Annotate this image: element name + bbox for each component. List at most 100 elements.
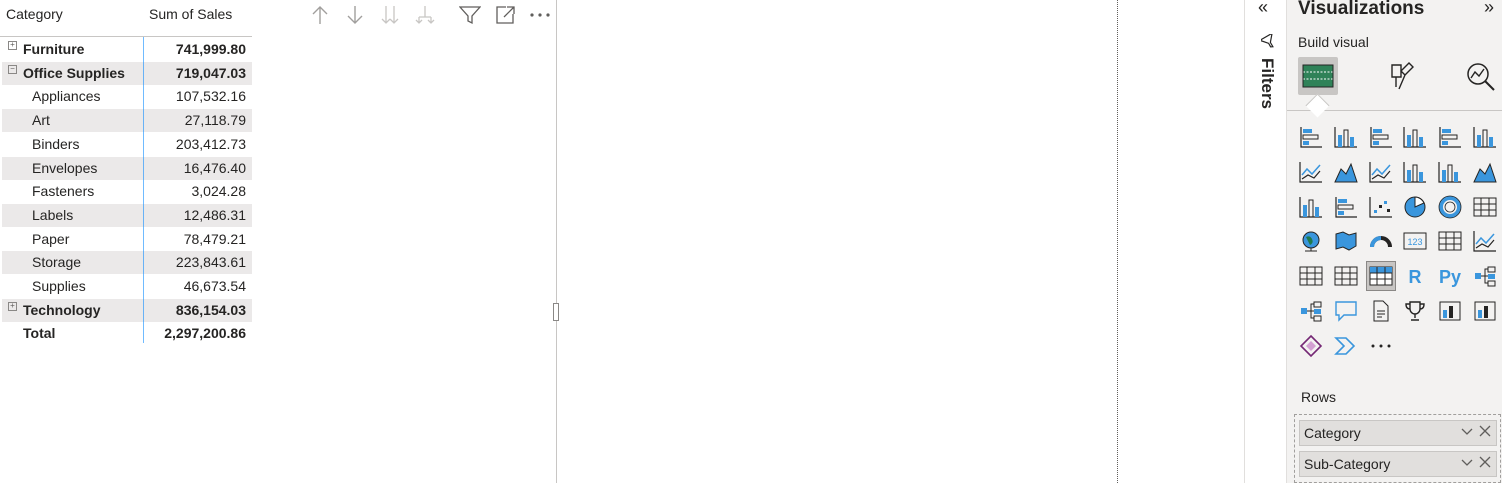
line-stacked-column-icon[interactable]	[1435, 157, 1465, 187]
filter-icon[interactable]	[459, 4, 481, 26]
sub-category-row[interactable]: Binders 203,412.73	[2, 133, 252, 156]
r-visual-icon[interactable]: R	[1400, 261, 1430, 291]
donut-chart-icon[interactable]	[1435, 192, 1465, 222]
filters-label[interactable]: Filters	[1257, 58, 1277, 109]
more-visuals-icon[interactable]	[1366, 331, 1396, 361]
row-value: 719,047.03	[175, 64, 246, 81]
key-influencers-icon[interactable]	[1470, 261, 1500, 291]
resize-handle[interactable]	[553, 303, 559, 321]
drill-down-icon[interactable]	[344, 4, 366, 26]
python-visual-icon[interactable]: Py	[1435, 261, 1465, 291]
filled-map-icon[interactable]	[1331, 226, 1361, 256]
sub-category-row[interactable]: Labels 12,486.31	[2, 203, 252, 227]
sub-category-row[interactable]: Appliances 107,532.16	[2, 85, 252, 108]
100-stacked-bar-chart-icon[interactable]	[1435, 122, 1465, 152]
sub-category-row[interactable]: Paper 78,479.21	[2, 228, 252, 251]
header-divider	[0, 36, 252, 37]
pie-chart-icon[interactable]	[1400, 192, 1430, 222]
sub-category-row[interactable]: Envelopes 16,476.40	[2, 156, 252, 180]
multi-row-card-icon[interactable]	[1435, 226, 1465, 256]
row-value: 203,412.73	[175, 135, 246, 152]
format-visual-tab[interactable]	[1381, 57, 1421, 95]
paginated-report-icon[interactable]	[1366, 296, 1396, 326]
rows-field-well[interactable]: Category Sub-Category	[1294, 414, 1501, 483]
sub-category-row[interactable]: Fasteners 3,024.28	[2, 180, 252, 203]
metrics-icon[interactable]	[1400, 296, 1430, 326]
line-chart-icon[interactable]	[1296, 157, 1326, 187]
collapse-icon[interactable]: −	[8, 64, 17, 74]
field-pill-label: Sub-Category	[1304, 456, 1391, 472]
category-row[interactable]: + Furniture 741,999.80	[2, 38, 252, 61]
analytics-tab[interactable]	[1461, 57, 1501, 95]
scatter-chart-icon[interactable]	[1366, 192, 1396, 222]
table-icon[interactable]	[1331, 261, 1361, 291]
row-label: Supplies	[32, 278, 86, 294]
stacked-column-chart-icon[interactable]	[1331, 122, 1361, 152]
header-category[interactable]: Category	[6, 6, 63, 22]
build-visual-label: Build visual	[1298, 34, 1369, 50]
clustered-bar-chart-icon[interactable]	[1366, 122, 1396, 152]
visualizations-pane: Visualizations » Build visual 123 R Py Row…	[1286, 0, 1502, 483]
total-row[interactable]: Total 2,297,200.86	[2, 322, 252, 345]
power-automate-flow-icon[interactable]	[1331, 331, 1361, 361]
expand-icon[interactable]: +	[8, 301, 17, 311]
matrix-icon[interactable]	[1365, 261, 1396, 292]
sub-category-row[interactable]: Art 27,118.79	[2, 109, 252, 133]
expand-icon[interactable]: +	[8, 41, 17, 50]
matrix-visual[interactable]: Category Sum of Sales + Furniture 741,999.…	[0, 0, 556, 483]
column-separator	[143, 37, 144, 343]
treemap-icon[interactable]	[1470, 192, 1500, 222]
field-pill-sub-category[interactable]: Sub-Category	[1299, 451, 1497, 477]
next-level-icon[interactable]	[379, 4, 401, 26]
sub-category-row[interactable]: Storage 223,843.61	[2, 251, 252, 275]
chevron-down-icon[interactable]	[1460, 455, 1474, 472]
category-row[interactable]: − Office Supplies 719,047.03	[2, 61, 252, 85]
build-visual-tab[interactable]	[1298, 57, 1338, 95]
row-label: Paper	[32, 230, 70, 247]
filters-pane[interactable]: « Filters	[1244, 0, 1287, 483]
line-clustered-column-icon[interactable]	[1400, 157, 1430, 187]
area-chart-icon[interactable]	[1331, 157, 1361, 187]
field-pill-category[interactable]: Category	[1299, 420, 1497, 446]
waterfall-chart-icon[interactable]	[1296, 192, 1326, 222]
stacked-area-chart-icon[interactable]	[1366, 157, 1396, 187]
visual-border	[556, 0, 557, 483]
decomposition-tree-icon[interactable]	[1296, 296, 1326, 326]
map-icon[interactable]	[1296, 226, 1326, 256]
page-boundary	[1117, 0, 1118, 483]
row-label: Binders	[32, 135, 80, 152]
focus-mode-icon[interactable]	[494, 4, 516, 26]
power-automate-icon[interactable]	[1470, 296, 1500, 326]
power-apps-icon[interactable]	[1435, 296, 1465, 326]
field-pill-label: Category	[1304, 425, 1361, 441]
card-icon[interactable]: 123	[1400, 226, 1430, 256]
kpi-icon[interactable]	[1470, 226, 1500, 256]
smart-narrative-icon[interactable]	[1296, 331, 1326, 361]
expand-all-icon[interactable]	[414, 4, 436, 26]
row-label: Furniture	[23, 41, 85, 57]
svg-text:R: R	[1409, 267, 1422, 287]
sub-category-row[interactable]: Supplies 46,673.54	[2, 275, 252, 298]
chevron-down-icon[interactable]	[1460, 424, 1474, 441]
rows-well-label: Rows	[1301, 389, 1337, 405]
row-value: 741,999.80	[175, 41, 246, 57]
remove-field-icon[interactable]	[1478, 424, 1492, 441]
row-label: Total	[23, 325, 56, 342]
expand-pane-icon[interactable]: »	[1484, 0, 1494, 18]
visualizations-title: Visualizations	[1298, 0, 1425, 19]
remove-field-icon[interactable]	[1478, 455, 1492, 472]
selected-tab-pointer	[1305, 93, 1330, 118]
more-options-icon[interactable]	[529, 4, 551, 26]
qa-icon[interactable]	[1331, 296, 1361, 326]
funnel-chart-icon[interactable]	[1331, 192, 1361, 222]
category-row[interactable]: + Technology 836,154.03	[2, 298, 252, 322]
stacked-bar-chart-icon[interactable]	[1296, 122, 1326, 152]
drill-up-icon[interactable]	[309, 4, 331, 26]
slicer-icon[interactable]	[1296, 261, 1326, 291]
header-sum-of-sales[interactable]: Sum of Sales	[149, 6, 232, 22]
collapse-filters-icon[interactable]: «	[1258, 0, 1268, 18]
ribbon-chart-icon[interactable]	[1470, 157, 1500, 187]
100-stacked-column-chart-icon[interactable]	[1470, 122, 1500, 152]
gauge-icon[interactable]	[1366, 226, 1396, 256]
clustered-column-chart-icon[interactable]	[1400, 122, 1430, 152]
